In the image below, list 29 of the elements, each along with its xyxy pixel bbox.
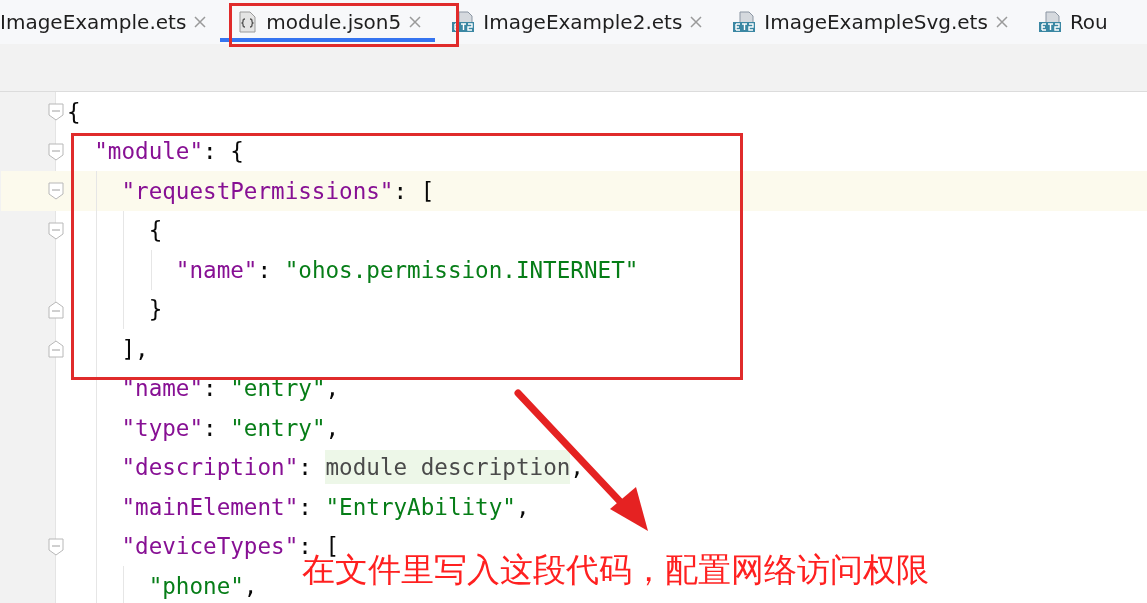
fold-icon[interactable]	[48, 103, 64, 121]
file-tab[interactable]: ImageExampleSvg.ets	[716, 0, 1022, 44]
code-line: "description": module description,	[1, 447, 1147, 487]
code-line: "name": "entry",	[1, 368, 1147, 408]
fold-icon[interactable]	[48, 537, 64, 556]
file-tab[interactable]: ImageExample.ets	[0, 0, 221, 44]
ets-file-icon	[1037, 11, 1062, 33]
file-tab[interactable]: module.json5	[220, 0, 436, 44]
code-line: {	[1, 92, 1147, 132]
json-file-icon	[236, 11, 259, 33]
ets-file-icon	[732, 11, 757, 33]
fold-icon[interactable]	[48, 340, 64, 358]
code-line: ],	[1, 329, 1147, 369]
close-icon[interactable]	[995, 16, 1008, 28]
fold-icon[interactable]	[48, 142, 64, 161]
code-line: "mainElement": "EntryAbility",	[1, 487, 1147, 527]
code-line: "module": {	[1, 131, 1147, 171]
code-line: }	[1, 289, 1147, 329]
close-icon[interactable]	[194, 16, 207, 28]
fold-icon[interactable]	[48, 182, 64, 200]
close-icon[interactable]	[409, 16, 422, 28]
file-tab[interactable]: ImageExample2.ets	[435, 0, 717, 44]
code-line: {	[1, 210, 1147, 250]
ets-file-icon	[451, 11, 476, 33]
fold-icon[interactable]	[48, 221, 64, 240]
file-tab[interactable]: Rou	[1021, 0, 1122, 44]
code-line: "type": "entry",	[1, 408, 1147, 448]
close-icon[interactable]	[690, 16, 703, 28]
code-line: "name": "ohos.permission.INTERNET"	[1, 250, 1147, 290]
